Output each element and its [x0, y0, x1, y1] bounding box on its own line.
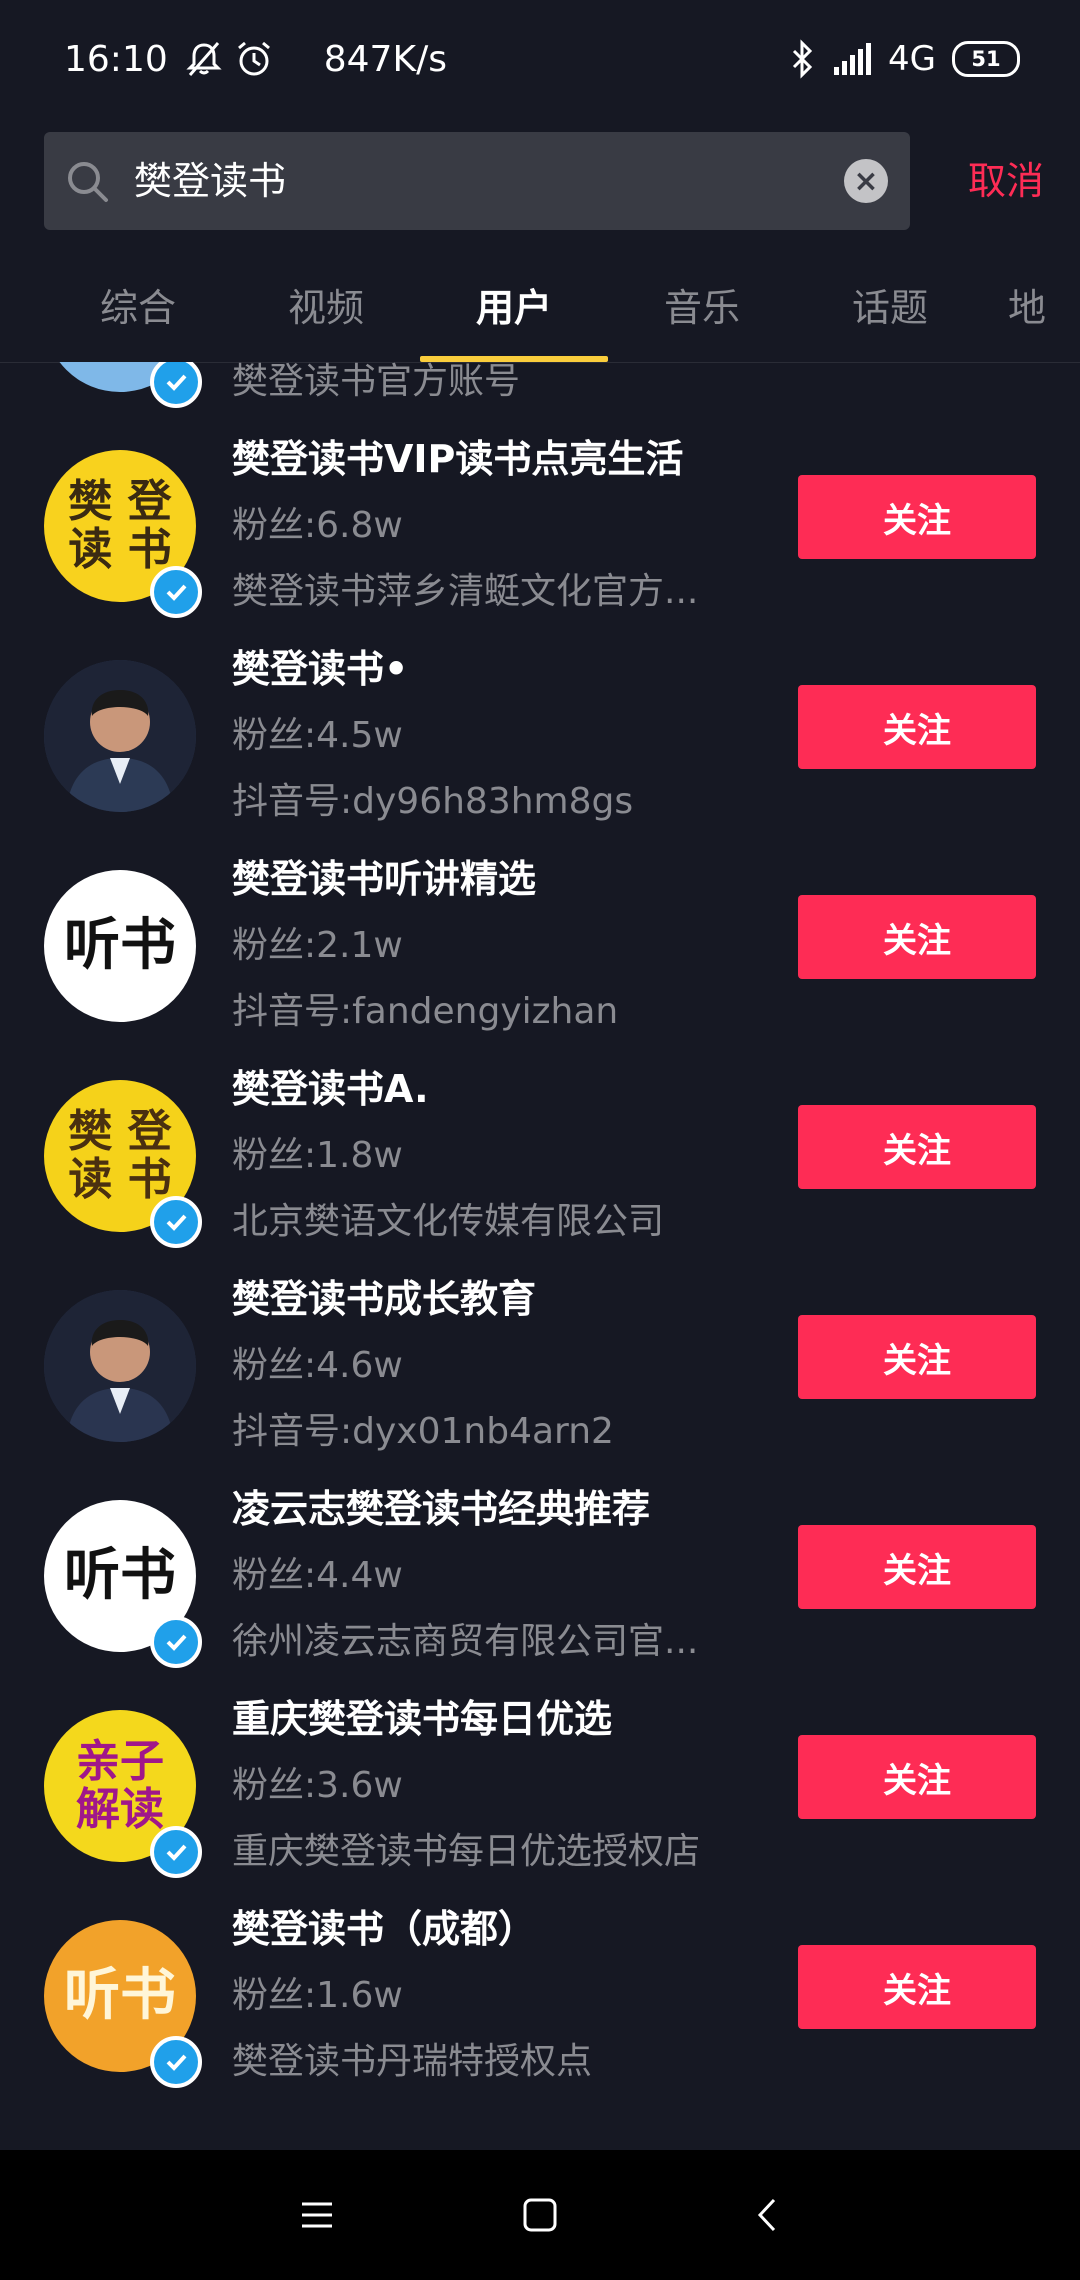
tab-video[interactable]: 视频: [256, 278, 396, 338]
user-name[interactable]: 樊登读书成长教育: [232, 1268, 536, 1323]
follow-button[interactable]: 关注: [798, 895, 1036, 979]
verified-icon: [150, 1826, 202, 1878]
follow-button[interactable]: 关注: [798, 1525, 1036, 1609]
list-item[interactable]: 樊登读书官方账号 关注: [0, 362, 1080, 420]
battery-icon: 51: [952, 41, 1020, 77]
signal-icon: [834, 43, 872, 75]
user-fans: 粉丝:2.1w: [232, 925, 403, 966]
follow-button[interactable]: 关注: [798, 475, 1036, 559]
verified-icon: [150, 1616, 202, 1668]
user-desc: 抖音号:dy96h83hm8gs: [232, 781, 634, 822]
list-item[interactable]: 樊登读书• 粉丝:4.5w 抖音号:dy96h83hm8gs 关注: [0, 630, 1080, 840]
home-icon[interactable]: [515, 2190, 565, 2240]
follow-button[interactable]: 关注: [798, 1945, 1036, 2029]
list-item[interactable]: 亲子 解读 重庆樊登读书每日优选 粉丝:3.6w 重庆樊登读书每日优选授权店 关注: [0, 1680, 1080, 1890]
avatar-text: 听书: [64, 912, 176, 979]
list-item[interactable]: 听书 樊登读书（成都） 粉丝:1.6w 樊登读书丹瑞特授权点 关注: [0, 1890, 1080, 2100]
avatar[interactable]: [44, 660, 196, 812]
follow-button[interactable]: 关注: [798, 1735, 1036, 1819]
user-desc: 抖音号:dyx01nb4arn2: [232, 1411, 614, 1452]
verified-icon: [150, 566, 202, 618]
follow-button[interactable]: 关注: [798, 1105, 1036, 1189]
user-fans: 粉丝:1.6w: [232, 1975, 403, 2016]
list-item[interactable]: 樊 登 读 书樊登读书A. 粉丝:1.8w 北京樊语文化传媒有限公司 关注: [0, 1050, 1080, 1260]
follow-button[interactable]: 关注: [798, 685, 1036, 769]
list-item[interactable]: 樊 登 读 书樊登读书VIP读书点亮生活 粉丝:6.8w 樊登读书萍乡清蜓文化官方.…: [0, 420, 1080, 630]
user-list[interactable]: 樊登读书官方账号 关注 樊 登 读 书樊登读书VIP读书点亮生活粉丝:6.8w樊…: [0, 362, 1080, 2150]
bluetooth-icon: [792, 39, 813, 79]
tab-comprehensive[interactable]: 综合: [68, 278, 208, 338]
user-fans: 粉丝:4.6w: [232, 1345, 403, 1386]
user-name[interactable]: 樊登读书A.: [232, 1058, 429, 1113]
tab-music[interactable]: 音乐: [632, 278, 772, 338]
cancel-button[interactable]: 取消: [968, 132, 1044, 230]
verified-icon: [150, 362, 202, 408]
mute-icon: [186, 42, 222, 76]
user-name[interactable]: 樊登读书听讲精选: [232, 848, 536, 903]
user-desc: 抖音号:fandengyizhan: [232, 991, 619, 1032]
status-time: 16:10: [64, 38, 168, 80]
clear-icon[interactable]: ×: [844, 159, 888, 203]
user-desc: 樊登读书丹瑞特授权点: [232, 2041, 593, 2082]
user-desc: 樊登读书官方账号: [232, 362, 521, 402]
follow-button[interactable]: 关注: [798, 1315, 1036, 1399]
search-row: 樊登读书 × 取消: [44, 132, 1044, 230]
user-fans: 粉丝:1.8w: [232, 1135, 403, 1176]
network-type: 4G: [888, 39, 936, 79]
back-icon[interactable]: [744, 2190, 794, 2240]
user-name[interactable]: 樊登读书VIP读书点亮生活: [232, 428, 683, 483]
user-name[interactable]: 重庆樊登读书每日优选: [232, 1688, 612, 1743]
tab-users[interactable]: 用户: [444, 278, 584, 338]
avatar[interactable]: 听书: [44, 870, 196, 1022]
user-name[interactable]: 樊登读书（成都）: [232, 1898, 536, 1953]
tab-places[interactable]: 地: [1008, 278, 1080, 338]
avatar[interactable]: [44, 1290, 196, 1442]
user-fans: 粉丝:6.8w: [232, 505, 403, 546]
list-item[interactable]: 樊登读书成长教育粉丝:4.6w 抖音号:dyx01nb4arn2 关注: [0, 1260, 1080, 1470]
user-name[interactable]: 凌云志樊登读书经典推荐: [232, 1478, 650, 1533]
tab-bar: 综合 视频 用户 音乐 话题 地: [0, 268, 1080, 363]
user-desc: 北京樊语文化传媒有限公司: [232, 1201, 665, 1242]
person-photo-icon: [44, 660, 196, 812]
search-icon: [68, 162, 108, 202]
tab-topics[interactable]: 话题: [820, 278, 960, 338]
status-bar: 16:10 847K/s 4G 51: [0, 0, 1080, 118]
network-speed: 847K/s: [323, 38, 447, 80]
list-item[interactable]: 听书 樊登读书听讲精选粉丝:2.1w 抖音号:fandengyizhan 关注: [0, 840, 1080, 1050]
list-item[interactable]: 听书 凌云志樊登读书经典推荐 粉丝:4.4w 徐州凌云志商贸有限公司官... 关注: [0, 1470, 1080, 1680]
user-desc: 重庆樊登读书每日优选授权店: [232, 1831, 701, 1872]
navigation-bar: [0, 2150, 1080, 2280]
user-name[interactable]: 樊登读书•: [232, 638, 408, 693]
user-fans: 粉丝:4.4w: [232, 1555, 403, 1596]
person-photo-icon: [44, 1290, 196, 1442]
alarm-icon: [237, 41, 270, 76]
user-desc: 徐州凌云志商贸有限公司官...: [232, 1621, 699, 1662]
search-query[interactable]: 樊登读书: [134, 132, 286, 230]
user-desc: 樊登读书萍乡清蜓文化官方...: [232, 571, 699, 612]
menu-icon[interactable]: [292, 2190, 342, 2240]
user-fans: 粉丝:4.5w: [232, 715, 403, 756]
verified-icon: [150, 1196, 202, 1248]
user-fans: 粉丝:3.6w: [232, 1765, 403, 1806]
verified-icon: [150, 2036, 202, 2088]
search-input[interactable]: 樊登读书 ×: [44, 132, 910, 230]
